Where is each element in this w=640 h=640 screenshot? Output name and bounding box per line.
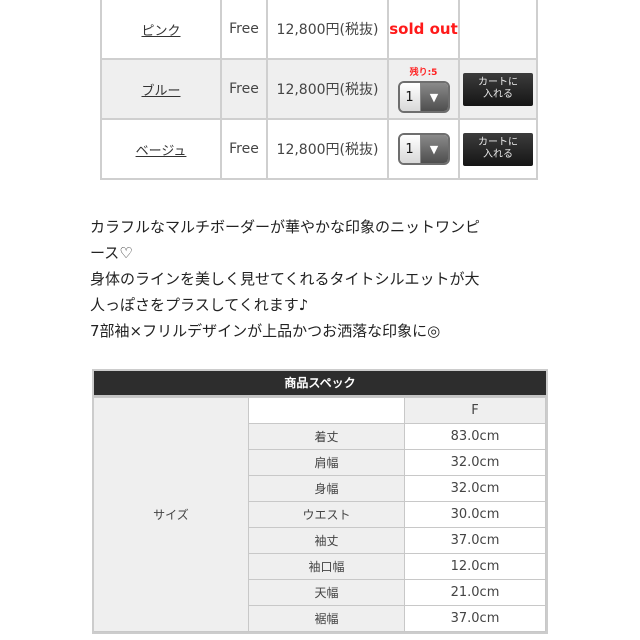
- variant-row-blue: ブルー Free 12,800円(税抜) 残り:5 1 ▼ カートに 入れる: [100, 58, 538, 120]
- spec-header-row: サイズ F: [94, 397, 546, 632]
- quantity-select-blue[interactable]: 1 ▼: [397, 81, 450, 113]
- spec-category: サイズ: [94, 397, 249, 632]
- description-line: 身体のラインを美しく見せてくれるタイトシルエットが大: [90, 270, 480, 288]
- color-link-pink[interactable]: ピンク: [141, 24, 180, 39]
- remaining-stock-label: 残り:5: [409, 68, 438, 78]
- spec-value: 21.0cm: [404, 579, 546, 606]
- add-to-cart-button-blue[interactable]: カートに 入れる: [463, 72, 533, 106]
- spec-value: 30.0cm: [404, 501, 546, 528]
- chevron-down-icon: ▼: [420, 83, 448, 111]
- color-link-blue[interactable]: ブルー: [141, 84, 180, 99]
- variant-price: 12,800円(税抜): [266, 0, 389, 60]
- quantity-value: 1: [399, 135, 421, 163]
- variant-stock-cell: 残り:5 1 ▼: [387, 58, 460, 120]
- variant-stock-cell: sold out: [387, 0, 460, 60]
- variant-size: Free: [220, 118, 268, 180]
- spec-label: 袖丈: [248, 527, 405, 554]
- spec-header-blank: [248, 397, 405, 424]
- variant-cart-cell: カートに 入れる: [458, 58, 538, 120]
- quantity-value: 1: [399, 83, 421, 111]
- spec-value: 12.0cm: [404, 553, 546, 580]
- quantity-select-beige[interactable]: 1 ▼: [397, 133, 450, 165]
- add-to-cart-button-beige[interactable]: カートに 入れる: [463, 132, 533, 166]
- variant-size: Free: [220, 58, 268, 120]
- spec-label: ウエスト: [248, 501, 405, 528]
- product-description: カラフルなマルチボーダーが華やかな印象のニットワンピ ース♡ 身体のラインを美し…: [90, 214, 560, 344]
- description-line: 7部袖×フリルデザインが上品かつお洒落な印象に◎: [90, 322, 441, 340]
- variant-price: 12,800円(税抜): [266, 118, 389, 180]
- chevron-down-icon: ▼: [420, 135, 448, 163]
- variant-color-cell: ベージュ: [100, 118, 222, 180]
- spec-label: 裾幅: [248, 605, 405, 632]
- description-line: 人っぽさをプラスしてくれます♪: [90, 296, 309, 314]
- variant-color-cell: ブルー: [100, 58, 222, 120]
- spec-table: 商品スペック サイズ F 着丈 83.0cm 肩幅 32.0cm 身幅 32.0cm …: [92, 369, 548, 634]
- variant-table: ピンク Free 12,800円(税抜) sold out ブルー Free 1…: [100, 0, 538, 180]
- spec-value: 37.0cm: [404, 605, 546, 632]
- spec-label: 肩幅: [248, 449, 405, 476]
- spec-label: 着丈: [248, 423, 405, 450]
- variant-stock-cell: 1 ▼: [387, 118, 460, 180]
- spec-table-title: 商品スペック: [94, 371, 546, 397]
- spec-size-table: サイズ F 着丈 83.0cm 肩幅 32.0cm 身幅 32.0cm ウエスト 30.…: [94, 397, 546, 632]
- spec-value: 32.0cm: [404, 475, 546, 502]
- variant-row-pink: ピンク Free 12,800円(税抜) sold out: [100, 0, 538, 60]
- spec-value: 83.0cm: [404, 423, 546, 450]
- spec-value: 37.0cm: [404, 527, 546, 554]
- variant-color-cell: ピンク: [100, 0, 222, 60]
- variant-cart-cell: [458, 0, 538, 60]
- spec-label: 身幅: [248, 475, 405, 502]
- spec-size-header: F: [404, 397, 546, 424]
- spec-label: 袖口幅: [248, 553, 405, 580]
- variant-row-beige: ベージュ Free 12,800円(税抜) 1 ▼ カートに 入れる: [100, 118, 538, 180]
- color-link-beige[interactable]: ベージュ: [136, 144, 187, 159]
- description-line: カラフルなマルチボーダーが華やかな印象のニットワンピ: [90, 218, 481, 236]
- variant-size: Free: [220, 0, 268, 60]
- variant-cart-cell: カートに 入れる: [458, 118, 538, 180]
- description-line: ース♡: [90, 244, 133, 262]
- spec-value: 32.0cm: [404, 449, 546, 476]
- spec-label: 天幅: [248, 579, 405, 606]
- variant-price: 12,800円(税抜): [266, 58, 389, 120]
- sold-out-label: sold out: [389, 20, 458, 38]
